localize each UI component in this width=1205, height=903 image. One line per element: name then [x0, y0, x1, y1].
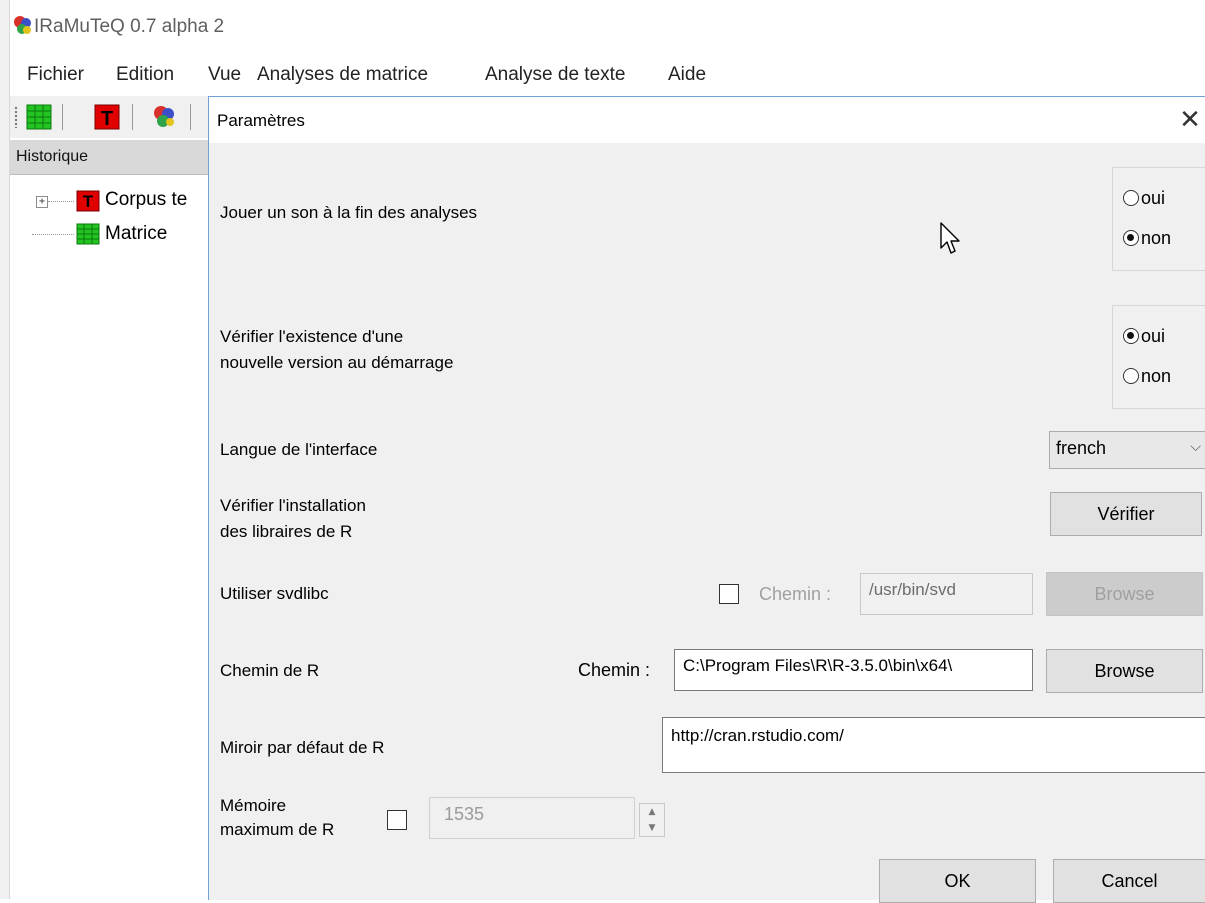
svdlibc-label: Utiliser svdlibc — [220, 584, 329, 603]
window-left-border — [0, 0, 10, 899]
close-icon[interactable]: ✕ — [1175, 105, 1205, 135]
toolbar-separator — [132, 104, 133, 130]
r-path-label: Chemin de R — [220, 661, 320, 680]
svdlibc-browse-button[interactable]: Browse — [1046, 572, 1203, 616]
spin-up-icon[interactable]: ▲ — [640, 804, 664, 820]
r-mirror-field[interactable]: http://cran.rstudio.com/ — [662, 717, 1205, 773]
tree-connector — [48, 201, 74, 202]
update-check-option-non[interactable]: non — [1123, 366, 1171, 387]
update-check-radio-group: oui non — [1112, 305, 1205, 409]
language-select-value: french — [1056, 438, 1107, 458]
menu-fichier[interactable]: Fichier — [27, 64, 84, 86]
r-memory-label-line2: maximum de R — [220, 820, 335, 839]
matrix-icon[interactable] — [24, 102, 54, 132]
menu-aide[interactable]: Aide — [668, 64, 706, 86]
radio-on-icon — [1123, 328, 1139, 344]
radio-label: oui — [1141, 326, 1166, 346]
update-check-label-line2: nouvelle version au démarrage — [220, 353, 454, 372]
verify-libraries-button[interactable]: Vérifier — [1050, 492, 1202, 536]
r-path-browse-button[interactable]: Browse — [1046, 649, 1203, 693]
toolbar: T — [10, 96, 210, 138]
r-memory-checkbox[interactable] — [387, 810, 407, 830]
spin-down-icon[interactable]: ▼ — [640, 820, 664, 836]
r-libs-label-line2: des libraires de R — [220, 522, 353, 541]
text-corpus-icon: T — [76, 190, 100, 212]
radio-on-icon — [1123, 230, 1139, 246]
history-header-label: Historique — [16, 148, 89, 165]
radio-off-icon — [1123, 190, 1139, 206]
sound-option-non[interactable]: non — [1123, 228, 1171, 249]
history-tree: + T Corpus te Matrice — [10, 176, 208, 899]
sound-label: Jouer un son à la fin des analyses — [220, 203, 478, 222]
app-title: IRaMuTeQ 0.7 alpha 2 — [34, 16, 225, 37]
expand-icon[interactable]: + — [36, 196, 48, 208]
language-select[interactable]: french ⌵ — [1049, 431, 1205, 469]
r-libs-label-line1: Vérifier l'installation — [220, 496, 366, 515]
radio-label: non — [1141, 228, 1172, 248]
mouse-pointer-icon — [940, 222, 960, 254]
sound-radio-group: oui non — [1112, 167, 1205, 271]
svg-text:T: T — [101, 108, 113, 130]
iramuteq-logo-icon — [14, 16, 31, 34]
tree-connector — [32, 234, 74, 235]
radio-label: non — [1141, 366, 1172, 386]
menu-edition[interactable]: Edition — [116, 64, 174, 86]
toolbar-grip[interactable] — [14, 106, 18, 128]
matrix-icon — [76, 223, 100, 245]
radio-label: oui — [1141, 188, 1166, 208]
history-panel-header: Historique — [10, 140, 208, 175]
svg-text:T: T — [83, 192, 94, 211]
menu-bar: Fichier Edition Vue Analyses de matrice … — [10, 56, 1205, 92]
dialog-titlebar[interactable]: Paramètres ✕ — [209, 97, 1205, 143]
sound-option-oui[interactable]: oui — [1123, 188, 1165, 209]
r-memory-label-line1: Mémoire — [220, 796, 287, 815]
iramuteq-logo-icon[interactable] — [150, 102, 180, 132]
dialog-title: Paramètres — [217, 111, 305, 130]
language-label: Langue de l'interface — [220, 440, 378, 459]
svdlibc-checkbox[interactable] — [719, 584, 739, 604]
ok-button[interactable]: OK — [879, 859, 1036, 903]
update-check-option-oui[interactable]: oui — [1123, 326, 1165, 347]
svdlibc-path-label: Chemin : — [759, 584, 832, 604]
text-corpus-icon[interactable]: T — [92, 102, 122, 132]
r-path-field[interactable]: C:\Program Files\R\R-3.5.0\bin\x64\ — [674, 649, 1033, 691]
menu-vue[interactable]: Vue — [208, 64, 241, 86]
toolbar-separator — [62, 104, 63, 130]
r-memory-spin-arrows[interactable]: ▲ ▼ — [639, 803, 665, 837]
menu-analyse-de-texte[interactable]: Analyse de texte — [485, 64, 625, 86]
r-memory-spinbox[interactable]: 1535 — [429, 797, 635, 839]
r-mirror-label: Miroir par défaut de R — [220, 738, 385, 757]
chevron-down-icon: ⌵ — [1190, 438, 1201, 454]
history-item-matrice[interactable]: Matrice — [105, 223, 167, 245]
r-path-chemin-label: Chemin : — [578, 660, 651, 680]
cancel-button[interactable]: Cancel — [1053, 859, 1205, 903]
svdlibc-path-field[interactable]: /usr/bin/svd — [860, 573, 1033, 615]
radio-off-icon — [1123, 368, 1139, 384]
toolbar-separator — [190, 104, 191, 130]
history-item-corpus[interactable]: Corpus te — [105, 189, 187, 211]
menu-analyses-de-matrice[interactable]: Analyses de matrice — [257, 64, 428, 86]
update-check-label-line1: Vérifier l'existence d'une — [220, 327, 404, 346]
parameters-dialog: Paramètres ✕ Jouer un son à la fin des a… — [208, 96, 1205, 903]
